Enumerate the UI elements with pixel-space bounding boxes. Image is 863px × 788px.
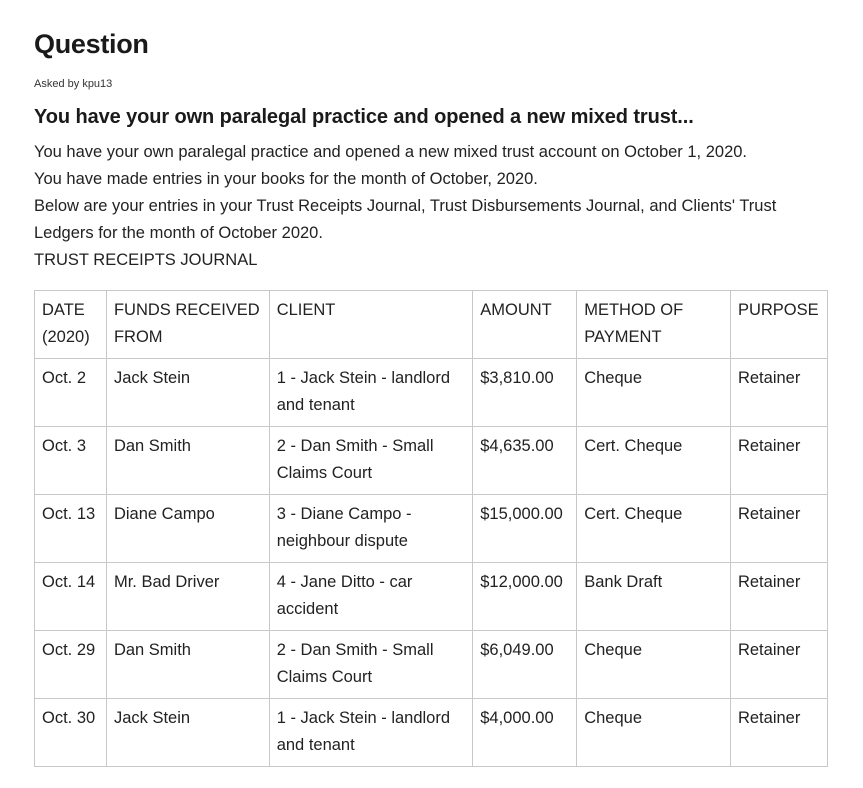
table-header: DATE (2020) FUNDS RECEIVED FROM CLIENT A… [34, 290, 829, 359]
cell-client: 2 - Dan Smith - Small Claims Court [268, 426, 474, 495]
asked-by-label: Asked by [34, 78, 80, 90]
cell-date: Oct. 2 [34, 358, 107, 427]
cell-funds-from: Mr. Bad Driver [105, 562, 270, 631]
table-row: Oct. 3 Dan Smith 2 - Dan Smith - Small C… [34, 426, 829, 495]
cell-funds-from: Diane Campo [105, 494, 270, 563]
cell-client: 2 - Dan Smith - Small Claims Court [268, 630, 474, 699]
table-row: Oct. 2 Jack Stein 1 - Jack Stein - landl… [34, 358, 829, 427]
cell-amount: $12,000.00 [472, 562, 578, 631]
cell-method: Bank Draft [576, 562, 731, 631]
asked-by-line: Asked by kpu13 [34, 77, 834, 91]
table-body: Oct. 2 Jack Stein 1 - Jack Stein - landl… [34, 358, 829, 767]
question-paragraph: You have made entries in your books for … [34, 170, 538, 188]
table-row: Oct. 30 Jack Stein 1 - Jack Stein - land… [34, 698, 829, 767]
journal-caption: TRUST RECEIPTS JOURNAL [34, 251, 258, 269]
cell-client: 1 - Jack Stein - landlord and tenant [268, 698, 474, 767]
header-funds-received-from: FUNDS RECEIVED FROM [105, 290, 270, 359]
cell-method: Cert. Cheque [576, 494, 731, 563]
question-body: You have your own paralegal practice and… [34, 139, 834, 274]
table-header-row: DATE (2020) FUNDS RECEIVED FROM CLIENT A… [34, 290, 829, 359]
cell-method: Cheque [576, 358, 731, 427]
cell-purpose: Retainer [729, 426, 829, 495]
question-paragraph: You have your own paralegal practice and… [34, 143, 748, 161]
cell-amount: $4,000.00 [472, 698, 578, 767]
cell-amount: $15,000.00 [472, 494, 578, 563]
trust-receipts-table: DATE (2020) FUNDS RECEIVED FROM CLIENT A… [34, 290, 829, 767]
table-row: Oct. 14 Mr. Bad Driver 4 - Jane Ditto - … [34, 562, 829, 631]
cell-client: 3 - Diane Campo - neighbour dispute [268, 494, 474, 563]
cell-method: Cert. Cheque [576, 426, 731, 495]
asker-username[interactable]: kpu13 [82, 78, 112, 90]
cell-purpose: Retainer [729, 698, 829, 767]
cell-date: Oct. 30 [34, 698, 107, 767]
cell-date: Oct. 13 [34, 494, 107, 563]
question-title: You have your own paralegal practice and… [34, 106, 694, 128]
cell-funds-from: Jack Stein [105, 698, 270, 767]
cell-purpose: Retainer [729, 494, 829, 563]
question-page: Question Asked by kpu13 You have your ow… [34, 0, 834, 767]
cell-amount: $6,049.00 [472, 630, 578, 699]
cell-amount: $3,810.00 [472, 358, 578, 427]
header-purpose: PURPOSE [729, 290, 829, 359]
header-client: CLIENT [268, 290, 474, 359]
cell-client: 4 - Jane Ditto - car accident [268, 562, 474, 631]
cell-funds-from: Dan Smith [105, 630, 270, 699]
cell-funds-from: Jack Stein [105, 358, 270, 427]
table-row: Oct. 13 Diane Campo 3 - Diane Campo - ne… [34, 494, 829, 563]
cell-amount: $4,635.00 [472, 426, 578, 495]
cell-purpose: Retainer [729, 562, 829, 631]
cell-date: Oct. 29 [34, 630, 107, 699]
cell-method: Cheque [576, 630, 731, 699]
cell-date: Oct. 3 [34, 426, 107, 495]
cell-method: Cheque [576, 698, 731, 767]
cell-funds-from: Dan Smith [105, 426, 270, 495]
page-title: Question [34, 29, 149, 59]
table-row: Oct. 29 Dan Smith 2 - Dan Smith - Small … [34, 630, 829, 699]
question-paragraph: Below are your entries in your Trust Rec… [34, 197, 777, 242]
header-amount: AMOUNT [472, 290, 578, 359]
header-date: DATE (2020) [34, 290, 107, 359]
cell-purpose: Retainer [729, 630, 829, 699]
cell-purpose: Retainer [729, 358, 829, 427]
cell-date: Oct. 14 [34, 562, 107, 631]
header-method-of-payment: METHOD OF PAYMENT [576, 290, 731, 359]
cell-client: 1 - Jack Stein - landlord and tenant [268, 358, 474, 427]
